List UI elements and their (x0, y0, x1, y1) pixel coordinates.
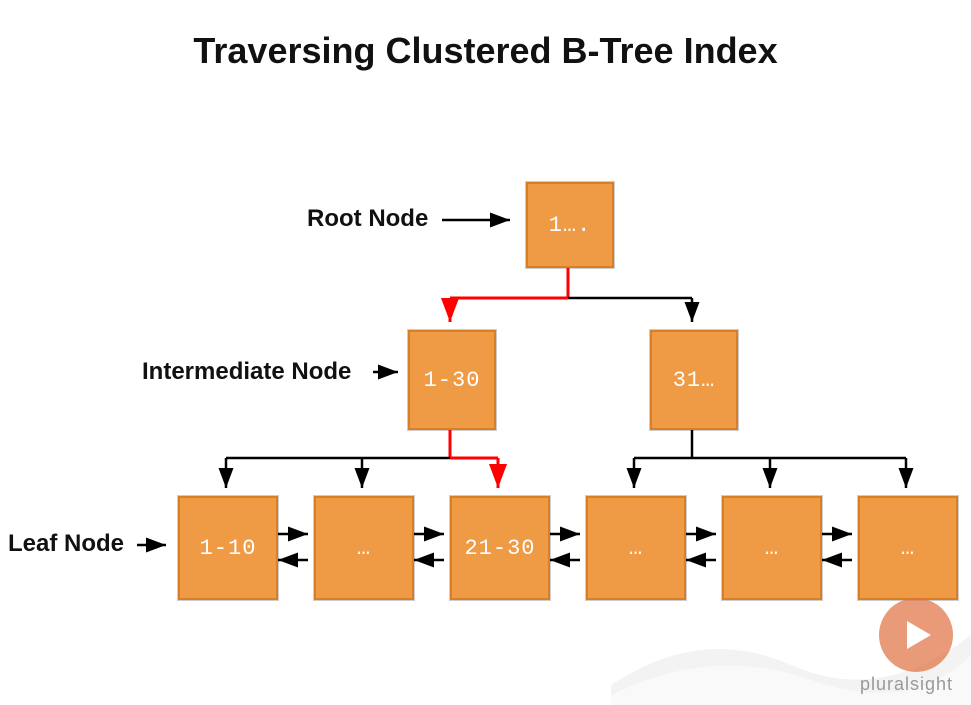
intermediate-node-label: Intermediate Node (142, 358, 351, 386)
intermediate-node-1: 31… (650, 330, 738, 430)
root-node: 1…. (526, 182, 614, 268)
root-node-label: Root Node (307, 205, 428, 233)
intermediate-node-0: 1-30 (408, 330, 496, 430)
brand-logo: pluralsight (860, 598, 953, 695)
play-icon (879, 598, 953, 672)
leaf-node-2: 21-30 (450, 496, 550, 600)
page-title: Traversing Clustered B-Tree Index (0, 30, 971, 72)
leaf-node-1: … (314, 496, 414, 600)
brand-text: pluralsight (860, 674, 953, 695)
leaf-node-label: Leaf Node (8, 530, 124, 558)
leaf-node-0: 1-10 (178, 496, 278, 600)
